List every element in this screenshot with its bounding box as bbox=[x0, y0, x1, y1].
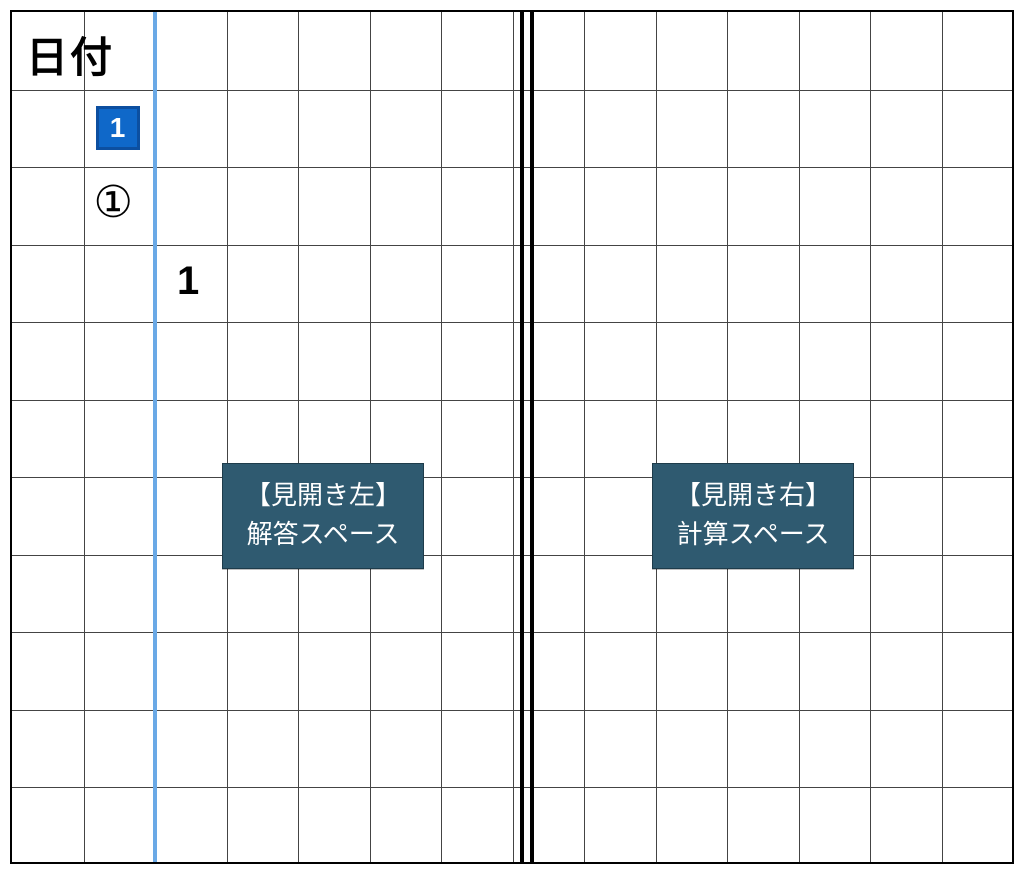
center-spine bbox=[520, 12, 534, 862]
grid-background bbox=[12, 12, 1012, 862]
caption-left-line1: 【見開き左】 bbox=[245, 476, 401, 515]
caption-right-line2: 計算スペース bbox=[675, 515, 831, 554]
caption-right-line1: 【見開き右】 bbox=[675, 476, 831, 515]
plain-number: 1 bbox=[177, 259, 199, 304]
date-label: 日付 bbox=[26, 24, 114, 85]
caption-left: 【見開き左】 解答スペース bbox=[222, 463, 424, 569]
left-margin-line bbox=[153, 12, 157, 862]
caption-right: 【見開き右】 計算スペース bbox=[652, 463, 854, 569]
subpart-circled-number: ① bbox=[94, 177, 133, 228]
caption-left-line2: 解答スペース bbox=[245, 515, 401, 554]
notebook-spread: 日付 1 ① 1 【見開き左】 解答スペース 【見開き右】 計算スペース bbox=[10, 10, 1014, 864]
problem-number-text: 1 bbox=[110, 112, 126, 144]
problem-number-box: 1 bbox=[96, 106, 140, 150]
